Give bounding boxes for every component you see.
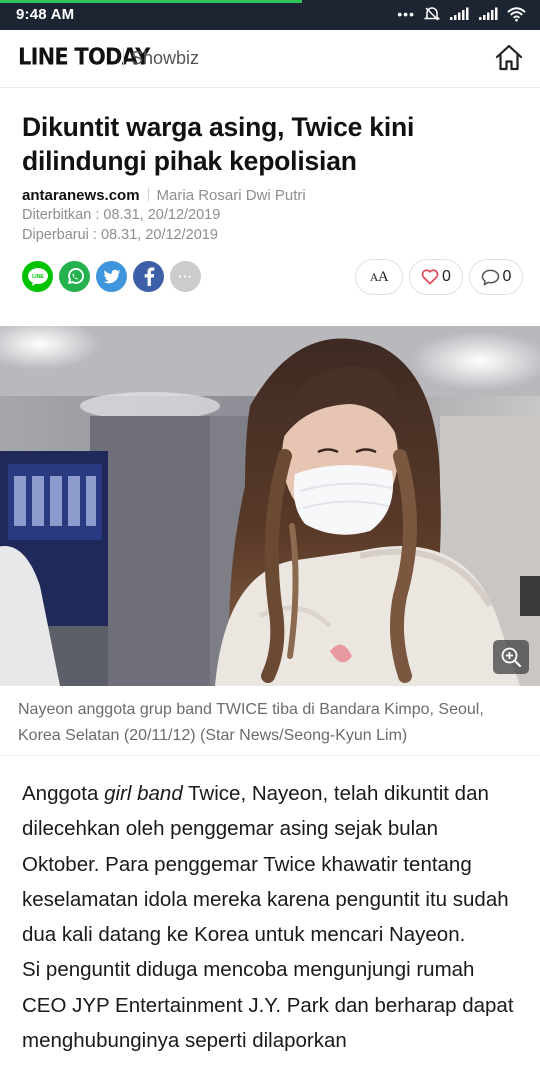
like-count: 0 — [442, 268, 451, 285]
comment-count: 0 — [502, 268, 512, 285]
page-load-progress-bar — [0, 0, 303, 3]
home-icon — [495, 44, 523, 71]
body-p1-emphasis: girl band — [104, 782, 183, 805]
share-buttons: LINE ··· — [22, 261, 201, 292]
more-share-button[interactable]: ··· — [170, 261, 201, 292]
status-time: 9:48 AM — [16, 6, 75, 23]
wifi-icon — [507, 7, 526, 22]
published-date: Diterbitkan : 08.31, 20/12/2019 — [22, 207, 221, 223]
body-paragraph-2: Si penguntit diduga mencoba mengunjungi … — [22, 958, 514, 1053]
body-p1-after: Twice, Nayeon, telah dikuntit dan dilece… — [22, 782, 509, 947]
zoom-in-icon — [501, 647, 522, 668]
home-button[interactable] — [494, 43, 524, 73]
line-icon-text: LINE — [32, 274, 44, 280]
line-today-logo[interactable]: LINE TODAY — [18, 44, 150, 70]
section-name[interactable]: Showbiz — [131, 48, 199, 69]
body-p1-before: Anggota — [22, 782, 105, 805]
line-icon: LINE — [27, 267, 48, 286]
twitter-share-button[interactable] — [96, 261, 127, 292]
facebook-icon — [144, 267, 154, 286]
article-title: Dikuntit warga asing, Twice kini dilindu… — [22, 112, 415, 176]
status-bar: 9:48 AM ••• — [0, 0, 540, 30]
twitter-icon — [102, 269, 120, 283]
article-body: Anggota girl band Twice, Nayeon, telah d… — [22, 776, 520, 1058]
photo-caption: Nayeon anggota grup band TWICE tiba di B… — [18, 701, 484, 744]
font-size-button[interactable]: AA — [355, 259, 403, 295]
status-icons: ••• — [397, 5, 526, 23]
comment-button[interactable]: 0 — [469, 259, 523, 295]
notification-dots-icon: ••• — [397, 6, 415, 22]
zoom-image-button[interactable] — [493, 640, 529, 674]
more-icon: ··· — [178, 269, 193, 284]
updated-date: Diperbarui : 08.31, 20/12/2019 — [22, 227, 218, 243]
whatsapp-share-button[interactable] — [59, 261, 90, 292]
facebook-share-button[interactable] — [133, 261, 164, 292]
article-photo-image — [0, 326, 540, 686]
header-divider — [123, 48, 124, 68]
article-photo[interactable] — [0, 326, 540, 686]
like-button[interactable]: 0 — [409, 259, 463, 295]
article-author: Maria Rosari Dwi Putri — [156, 187, 306, 204]
body-paragraph-1: Anggota girl band Twice, Nayeon, telah d… — [22, 776, 520, 952]
alarm-off-icon — [424, 7, 440, 21]
article-byline: antaranews.com Maria Rosari Dwi Putri — [22, 187, 306, 204]
heart-icon — [421, 269, 439, 285]
line-share-button[interactable]: LINE — [22, 261, 53, 292]
font-size-icon: AA — [369, 268, 389, 285]
comment-icon — [481, 269, 499, 285]
signal-icon-1 — [450, 7, 469, 20]
app-header: LINE TODAY Showbiz — [0, 30, 540, 88]
byline-divider — [147, 188, 149, 201]
whatsapp-icon — [67, 267, 84, 284]
signal-icon-2 — [479, 7, 498, 20]
article-source[interactable]: antaranews.com — [22, 187, 140, 204]
